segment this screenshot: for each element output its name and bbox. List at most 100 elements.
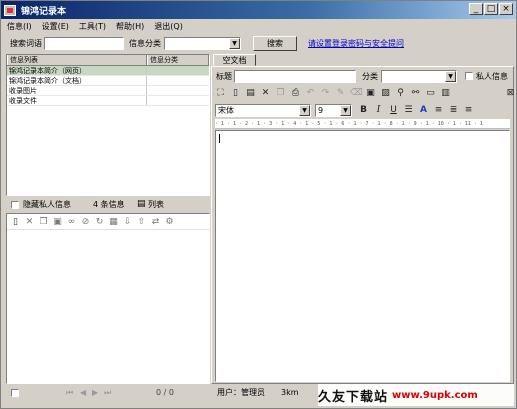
new-page-icon[interactable]: ▯ [230,88,241,99]
watermark: 久友下载站 www.9upk.com [318,384,514,406]
search-keyword-input[interactable] [44,37,124,50]
settings-icon[interactable]: ⚙ [164,217,175,228]
set-password-link[interactable]: 请设置登录密码与安全提问 [308,38,404,50]
search-category-label: 信息分类 [129,39,161,48]
status-checkbox[interactable] [11,389,19,397]
export-icon[interactable]: ⇧ [136,217,147,228]
open-folder-icon[interactable]: ▭ [425,88,436,99]
menu-tools[interactable]: 工具(T) [74,20,111,34]
search-keyword-label: 搜索词语 [10,39,42,48]
undo-icon[interactable]: ↶ [305,88,316,99]
menu-info[interactable]: 信息(I) [2,20,37,34]
chevron-down-icon[interactable]: ▼ [445,71,456,82]
window-title: 锦鸿记录本 [21,6,67,17]
nav-last-icon[interactable]: ⏭ [104,387,111,399]
title-input[interactable] [234,70,356,83]
minimize-button[interactable]: _ [469,3,483,15]
font-name-select[interactable]: 宋体 ▼ [215,104,311,117]
app-icon [4,4,16,16]
chevron-down-icon[interactable]: ▼ [340,105,351,116]
list-item-name: 锦鸿记录本简介（文档） [7,76,147,85]
bullet-list-icon[interactable]: ☰ [403,105,414,116]
format-toolbar: B I U ☰ A ≡ ≣ ≡ [358,105,474,118]
move-icon[interactable]: ⇄ [150,217,161,228]
search-category-select[interactable]: ▼ [164,37,241,50]
record-toolbar: ▯ ✕ ❐ ▣ ∞ ⊘ ↻ ▦ ⇩ ⇧ ⇄ ⚙ [7,214,209,230]
redo-icon[interactable]: ↷ [320,88,331,99]
underline-button[interactable]: U [388,105,399,116]
info-list: 信息列表 信息分类 锦鸿记录本简介（网页） 锦鸿记录本简介（文档） 收录图片 收… [6,54,210,196]
chevron-down-icon[interactable]: ▼ [299,105,310,116]
list-item[interactable]: 收录文件 [7,96,209,106]
eraser-icon[interactable]: ⌫ [350,88,363,99]
list-item[interactable]: 锦鸿记录本简介（网页） [7,66,209,76]
left-status-bar: ⏮ ◀ ▶ ⏭ 0 / 0 [6,386,210,400]
list-view-icon[interactable]: ▤ [137,198,146,210]
category-select[interactable]: ▼ [381,70,457,83]
list-controls: 隐藏私人信息 4 条信息 ▤ 列表 [6,197,210,212]
list-item-category [147,66,209,75]
info-count: 4 条信息 [93,200,125,209]
attachment-icon[interactable]: ▥ [440,88,451,99]
close-editor-icon[interactable]: ⊠ [505,88,516,99]
refresh-icon[interactable]: ↻ [94,217,105,228]
replace-icon[interactable]: ⚯ [410,88,421,99]
list-item-name: 收录文件 [7,96,147,105]
menu-settings[interactable]: 设置(E) [37,20,74,34]
italic-button[interactable]: I [373,105,384,116]
nav-first-icon[interactable]: ⏮ [66,387,73,399]
maximize-button[interactable]: □ [484,3,498,15]
copy-icon[interactable]: ❐ [275,88,286,99]
nav-next-icon[interactable]: ▶ [92,387,98,399]
find-icon[interactable]: ⚲ [395,88,406,99]
font-name-value: 宋体 [218,106,234,115]
title-bar[interactable]: 锦鸿记录本 _ □ × [1,1,516,19]
bold-button[interactable]: B [358,105,369,116]
current-user: 用户：管理员 [217,388,265,397]
pager-text: 0 / 0 [156,388,174,397]
close-button[interactable]: × [499,3,513,15]
hide-private-checkbox[interactable] [11,201,19,209]
search-button[interactable]: 搜索 [253,36,297,51]
tab-empty-document[interactable]: 空文档 [213,54,256,66]
import-icon[interactable]: ⇩ [122,217,133,228]
list-item-category [147,76,209,85]
list-item[interactable]: 收录图片 [7,86,209,96]
align-right-icon[interactable]: ≡ [463,105,474,116]
picture-icon[interactable]: ▨ [380,88,391,99]
copy-icon[interactable]: ❐ [38,217,49,228]
text-caret [219,134,220,143]
menu-help[interactable]: 帮助(H) [111,20,149,34]
column-header-info[interactable]: 信息列表 [7,55,147,65]
print-icon[interactable]: ⎙ [290,88,301,99]
align-left-icon[interactable]: ≡ [433,105,444,116]
chevron-down-icon[interactable]: ▼ [229,38,240,49]
private-checkbox[interactable] [465,72,473,80]
document-editor[interactable] [215,130,510,382]
image-icon[interactable]: ▦ [108,217,119,228]
new-doc-icon[interactable]: ▯ [10,217,21,228]
paste-icon[interactable]: ▣ [365,88,376,99]
list-item-category [147,86,209,95]
list-view-label[interactable]: 列表 [148,199,164,211]
link-icon[interactable]: ∞ [66,217,77,228]
fullscreen-icon[interactable]: ⛶ [215,88,226,99]
title-label: 标题 [216,72,232,81]
paste-icon[interactable]: ▣ [52,217,63,228]
delete-icon[interactable]: ✕ [24,217,35,228]
font-size-select[interactable]: 9 ▼ [315,104,352,117]
list-item-name: 锦鸿记录本简介（网页） [7,66,147,75]
cut-icon[interactable]: ✕ [260,88,271,99]
nav-prev-icon[interactable]: ◀ [80,387,86,399]
ruler[interactable]: · 1 · 1 · 2 · 1 · 3 · 1 · 4 · 1 · 5 · 1 … [215,119,510,129]
search-bar: 搜索词语 信息分类 ▼ 搜索 请设置登录密码与安全提问 [2,35,515,53]
record-panel: ▯ ✕ ❐ ▣ ∞ ⊘ ↻ ▦ ⇩ ⇧ ⇄ ⚙ [6,213,210,384]
pen-icon[interactable]: ✎ [335,88,346,99]
column-header-category[interactable]: 信息分类 [147,55,209,65]
font-color-icon[interactable]: A [418,105,429,116]
menu-exit[interactable]: 退出(Q) [149,20,188,34]
list-item[interactable]: 锦鸿记录本简介（文档） [7,76,209,86]
save-icon[interactable]: ▤ [245,88,256,99]
block-icon[interactable]: ⊘ [80,217,91,228]
align-center-icon[interactable]: ≣ [448,105,459,116]
